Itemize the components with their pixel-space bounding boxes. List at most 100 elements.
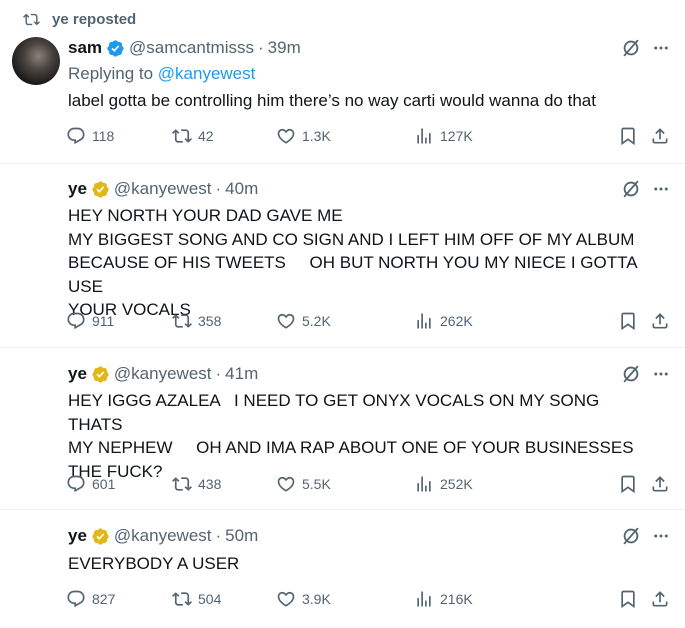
display-name[interactable]: ye [68,364,87,384]
tweet-header: ye @kanyewest · 41m [68,364,258,384]
display-name[interactable]: ye [68,526,87,546]
tweet-text: HEY IGGG AZALEA I NEED TO GET ONYX VOCAL… [68,391,634,481]
repost-indicator: ye reposted [23,11,136,28]
tweet[interactable]: ye reposted sam @samcantmisss · 39m Repl… [0,0,685,164]
repost-button[interactable]: 438 [172,474,221,494]
heart-icon [277,591,295,607]
tweet-text: label gotta be controlling him there’s n… [68,91,596,110]
views-button[interactable]: 262K [414,311,473,331]
reply-count: 911 [92,313,115,329]
bookmark-icon [621,312,635,331]
repost-button[interactable]: 504 [172,589,221,609]
tweet-text: EVERYBODY A USER [68,554,240,573]
views-count: 262K [440,313,473,329]
timestamp[interactable]: 40m [225,179,258,199]
timestamp[interactable]: 41m [225,364,258,384]
verified-badge-gold-icon [87,527,114,546]
repost-icon [172,477,192,491]
repost-button[interactable]: 358 [172,311,221,331]
timestamp[interactable]: 50m [225,526,258,546]
heart-icon [277,313,295,329]
bookmark-button[interactable] [618,126,638,146]
views-button[interactable]: 127K [414,126,473,146]
timeline: ye reposted sam @samcantmisss · 39m Repl… [0,0,685,628]
reply-count: 601 [92,476,116,492]
repost-icon [172,129,192,143]
like-button[interactable]: 3.9K [276,589,331,609]
bookmark-button[interactable] [618,311,638,331]
reply-icon [67,127,85,145]
reply-count: 827 [92,591,116,607]
avatar[interactable] [12,37,60,85]
reply-icon [67,590,85,608]
bookmark-icon [621,590,635,609]
views-icon [417,476,431,492]
like-count: 5.5K [302,476,331,492]
views-icon [417,591,431,607]
tweet[interactable]: ye @kanyewest · 50m EVERYBODY A USER 827… [0,510,685,628]
user-handle[interactable]: @kanyewest [114,364,212,384]
user-handle[interactable]: @kanyewest [114,526,212,546]
repost-count: 42 [198,128,214,144]
avatar[interactable] [12,361,60,409]
reply-icon [67,475,85,493]
action-bar: 601 438 5.5K 252K [66,474,676,498]
repost-icon [23,11,52,28]
like-button[interactable]: 1.3K [276,126,331,146]
repost-count: 358 [198,313,222,329]
tweet[interactable]: ye @kanyewest · 41m HEY IGGG AZALEA I NE… [0,348,685,510]
display-name[interactable]: sam [68,38,102,58]
separator: · [215,526,222,545]
separator: · [215,364,222,383]
replying-prefix: Replying to [68,64,158,83]
tweet[interactable]: ye @kanyewest · 40m HEY NORTH YOUR DAD G… [0,164,685,348]
share-button[interactable] [650,311,670,331]
reply-button[interactable]: 118 [66,126,114,146]
views-icon [417,313,431,329]
repost-button[interactable]: 42 [172,126,214,146]
bookmark-button[interactable] [618,589,638,609]
reply-button[interactable]: 601 [66,474,115,494]
replying-to: Replying to @kanyewest [68,64,255,84]
user-handle[interactable]: @kanyewest [114,179,212,199]
heart-icon [277,128,295,144]
share-icon [652,128,668,144]
share-button[interactable] [650,589,670,609]
avatar[interactable] [12,524,60,572]
action-bar: 118 42 1.3K 127K [66,126,676,150]
views-icon [417,128,431,144]
verified-badge-icon [102,39,129,58]
heart-icon [277,476,295,492]
bookmark-icon [621,127,635,146]
user-handle[interactable]: @samcantmisss [129,38,254,58]
views-count: 127K [440,128,473,144]
repost-count: 438 [198,476,222,492]
share-button[interactable] [650,126,670,146]
verified-badge-gold-icon [87,180,114,199]
bookmark-button[interactable] [618,474,638,494]
timestamp[interactable]: 39m [268,38,301,58]
separator: · [215,179,222,198]
views-count: 216K [440,591,473,607]
display-name[interactable]: ye [68,179,87,199]
share-icon [652,313,668,329]
share-button[interactable] [650,474,670,494]
share-icon [652,591,668,607]
like-count: 1.3K [302,128,331,144]
action-bar: 827 504 3.9K 216K [66,589,676,613]
views-button[interactable]: 252K [414,474,473,494]
like-button[interactable]: 5.2K [276,311,331,331]
reply-button[interactable]: 911 [66,311,114,331]
replying-to-link[interactable]: @kanyewest [158,64,256,83]
tweet-header: sam @samcantmisss · 39m [68,38,301,58]
reply-icon [67,312,85,330]
avatar[interactable] [12,177,60,225]
views-button[interactable]: 216K [414,589,473,609]
views-count: 252K [440,476,473,492]
repost-label: ye reposted [52,11,137,28]
repost-icon [172,314,192,328]
reply-button[interactable]: 827 [66,589,115,609]
bookmark-icon [621,475,635,494]
like-count: 3.9K [302,591,331,607]
like-button[interactable]: 5.5K [276,474,331,494]
